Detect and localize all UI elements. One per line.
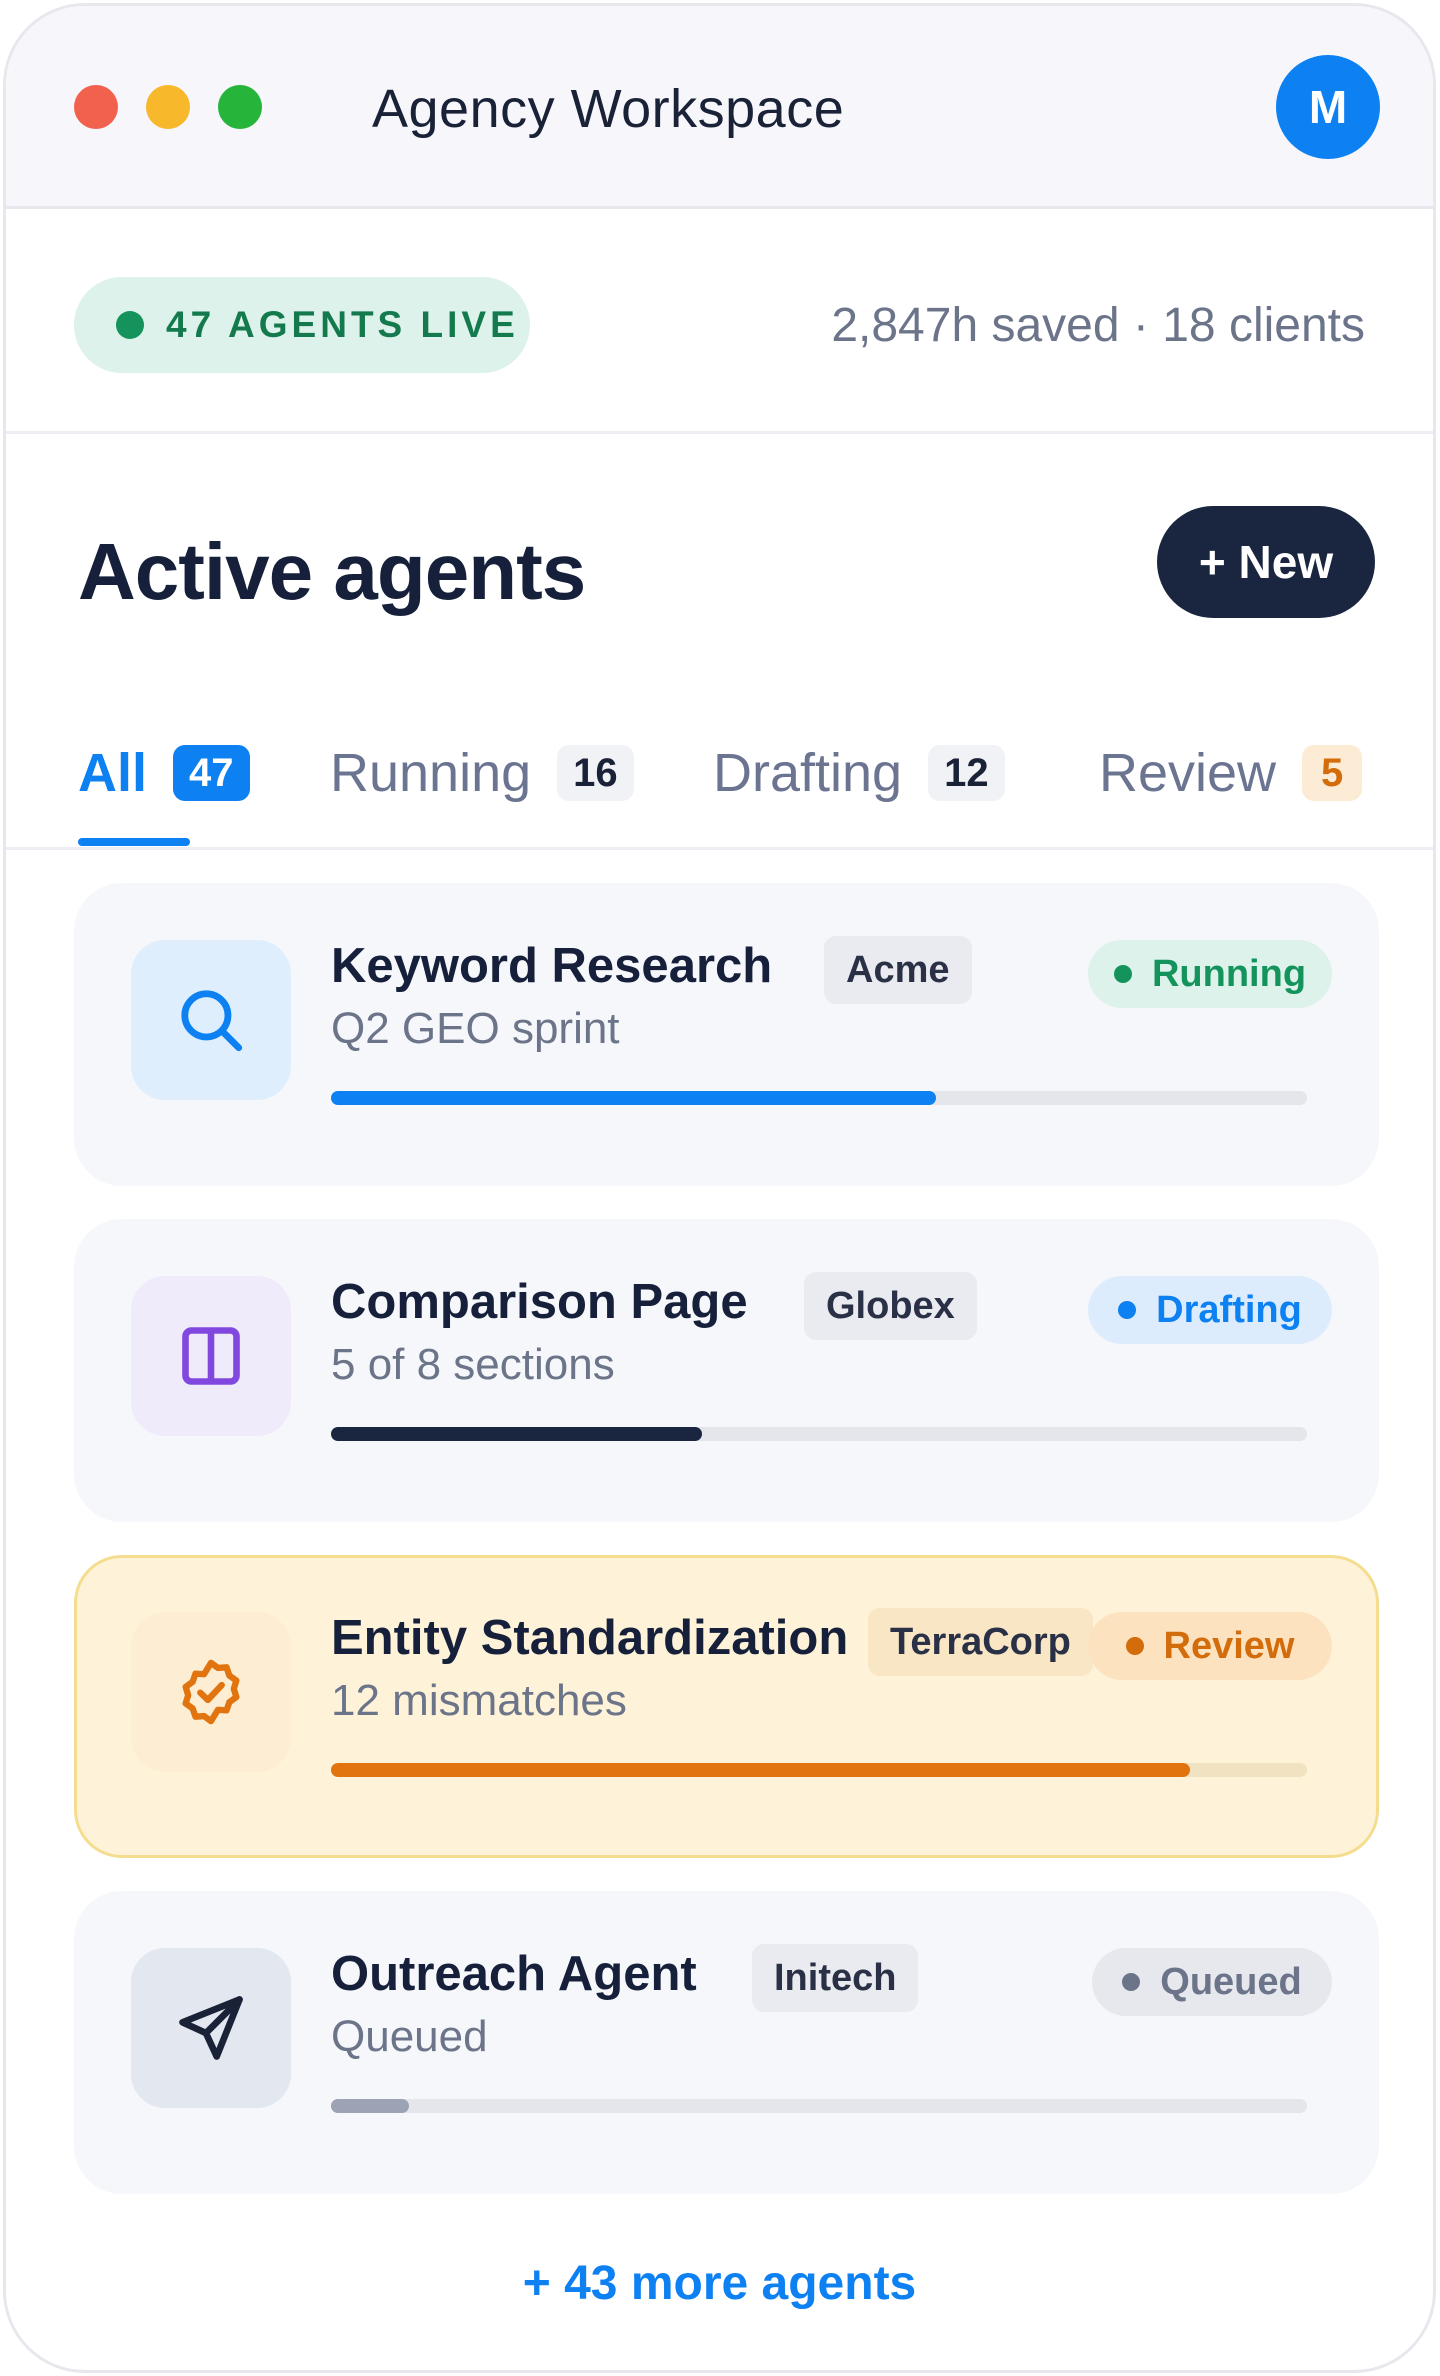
tab-count: 5 — [1302, 745, 1363, 801]
status-dot — [1118, 1301, 1137, 1319]
agent-card-comparison-page[interactable]: Comparison Page Globex 5 of 8 sections D… — [74, 1219, 1379, 1522]
send-icon — [131, 1948, 291, 2108]
filter-tabs: All 47 Running 16 Drafting 12 Review 5 — [6, 706, 1433, 850]
tab-label: Running — [330, 743, 532, 803]
tab-drafting[interactable]: Drafting 12 — [713, 738, 1005, 808]
columns-icon — [131, 1276, 291, 1436]
client-tag: TerraCorp — [868, 1608, 1093, 1676]
status-label: Drafting — [1156, 1288, 1302, 1331]
badge-check-icon — [131, 1612, 291, 1772]
tab-label: Review — [1099, 743, 1277, 803]
agent-card-outreach-agent[interactable]: Outreach Agent Initech Queued Queued — [74, 1891, 1379, 2194]
live-indicator-dot — [116, 311, 144, 339]
close-window-button[interactable] — [74, 85, 118, 129]
client-tag: Acme — [824, 936, 972, 1004]
title-bar: Agency Workspace M — [6, 6, 1433, 209]
progress-track — [331, 2099, 1307, 2113]
page-title: Active agents — [78, 527, 586, 616]
progress-fill — [331, 1763, 1190, 1777]
status-dot — [1122, 1973, 1141, 1991]
tab-review[interactable]: Review 5 — [1099, 738, 1363, 808]
agent-card-keyword-research[interactable]: Keyword Research Acme Q2 GEO sprint Runn… — [74, 883, 1379, 1186]
agents-live-label: 47 AGENTS LIVE — [166, 304, 519, 345]
minimize-window-button[interactable] — [146, 85, 190, 129]
new-agent-button[interactable]: + New — [1157, 506, 1375, 618]
status-dot — [1125, 1637, 1144, 1655]
progress-fill — [331, 2099, 410, 2113]
status-badge: Review — [1088, 1612, 1332, 1680]
active-tab-indicator — [78, 838, 190, 846]
agent-title: Keyword Research — [331, 939, 773, 993]
tab-label: Drafting — [713, 743, 903, 803]
stats-bar: 47 AGENTS LIVE 2,847h saved · 18 clients — [6, 212, 1433, 434]
status-badge: Queued — [1092, 1948, 1332, 2016]
status-badge: Drafting — [1088, 1276, 1332, 1344]
tab-all[interactable]: All 47 — [78, 738, 250, 808]
agent-card-entity-standardization[interactable]: Entity Standardization TerraCorp 12 mism… — [74, 1555, 1379, 1858]
tab-running[interactable]: Running 16 — [330, 738, 634, 808]
progress-track — [331, 1763, 1307, 1777]
progress-track — [331, 1427, 1307, 1441]
agent-subtitle: Q2 GEO sprint — [331, 1004, 620, 1053]
client-tag: Initech — [752, 1944, 919, 2012]
agent-subtitle: 5 of 8 sections — [331, 1340, 615, 1389]
tab-label: All — [78, 743, 148, 803]
user-avatar[interactable]: M — [1276, 55, 1380, 159]
agent-title: Outreach Agent — [331, 1947, 697, 2001]
agent-subtitle: 12 mismatches — [331, 1676, 627, 1725]
search-icon — [131, 940, 291, 1100]
status-label: Review — [1163, 1624, 1295, 1667]
tab-count: 16 — [557, 745, 634, 801]
progress-fill — [331, 1091, 937, 1105]
progress-track — [331, 1091, 1307, 1105]
status-label: Running — [1151, 952, 1307, 995]
agent-title: Entity Standardization — [331, 1611, 849, 1665]
window-title: Agency Workspace — [372, 79, 845, 139]
client-tag: Globex — [804, 1272, 977, 1340]
tab-count: 12 — [928, 745, 1005, 801]
stats-summary: 2,847h saved · 18 clients — [831, 299, 1365, 352]
progress-fill — [331, 1427, 702, 1441]
agent-title: Comparison Page — [331, 1275, 748, 1329]
status-badge: Running — [1088, 940, 1332, 1008]
agents-live-badge: 47 AGENTS LIVE — [74, 277, 530, 373]
app-window: Agency Workspace M 47 AGENTS LIVE 2,847h… — [3, 3, 1436, 2373]
tab-count: 47 — [173, 745, 250, 801]
maximize-window-button[interactable] — [218, 85, 262, 129]
more-agents-link[interactable]: + 43 more agents — [6, 2256, 1433, 2311]
agent-subtitle: Queued — [331, 2012, 488, 2061]
status-dot — [1113, 965, 1132, 983]
status-label: Queued — [1160, 1960, 1302, 2003]
